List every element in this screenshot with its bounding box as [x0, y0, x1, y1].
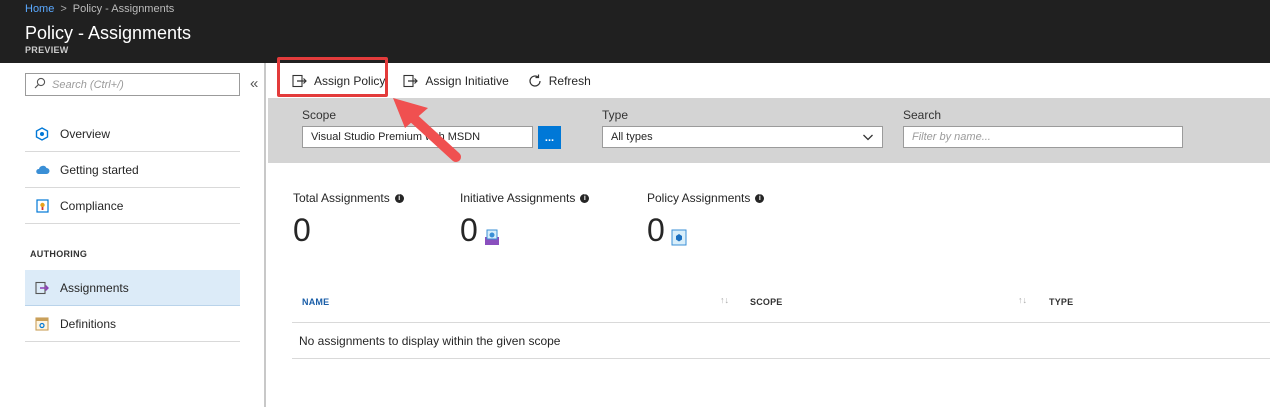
- sidebar-item-getting-started[interactable]: Getting started: [25, 152, 240, 188]
- type-dropdown-value: All types: [611, 131, 653, 143]
- type-label: Type: [602, 108, 629, 122]
- stat-label-text: Policy Assignments: [647, 191, 751, 205]
- stat-label-text: Total Assignments: [293, 191, 390, 205]
- policy-assignments-label: Policy Assignments i: [647, 191, 765, 205]
- search-icon: [34, 76, 46, 94]
- scope-label: Scope: [302, 108, 337, 122]
- assign-icon: [403, 74, 419, 88]
- filter-panel: Scope Visual Studio Premium with MSDN ..…: [268, 98, 1270, 163]
- cloud-icon: [34, 162, 50, 178]
- breadcrumb-home-link[interactable]: Home: [25, 3, 54, 15]
- info-icon[interactable]: i: [580, 193, 590, 203]
- sidebar-item-definitions[interactable]: Definitions: [25, 306, 240, 342]
- table-header-divider: [292, 322, 1270, 323]
- assign-policy-button[interactable]: Assign Policy: [286, 68, 391, 94]
- sort-icon[interactable]: ↑↓: [1018, 295, 1027, 305]
- breadcrumb: Home > Policy - Assignments: [25, 3, 174, 15]
- initiative-assignments-label: Initiative Assignments i: [460, 191, 590, 205]
- breadcrumb-separator: >: [60, 3, 67, 15]
- assign-initiative-label: Assign Initiative: [425, 73, 509, 88]
- sidebar-item-compliance[interactable]: Compliance: [25, 188, 240, 224]
- sidebar-item-label: Definitions: [60, 316, 117, 331]
- assign-initiative-button[interactable]: Assign Initiative: [397, 68, 514, 94]
- breadcrumb-current: Policy - Assignments: [72, 3, 175, 15]
- column-header-scope[interactable]: SCOPE: [750, 297, 783, 307]
- info-icon[interactable]: i: [755, 193, 765, 203]
- scope-picker-button[interactable]: ...: [538, 126, 561, 149]
- policy-icon: [670, 228, 688, 251]
- table-row-divider: [292, 358, 1270, 359]
- search-label: Search: [903, 108, 942, 122]
- policy-assignments-value: 0: [647, 212, 665, 248]
- page-subtitle: PREVIEW: [25, 45, 69, 55]
- initiative-icon: [483, 228, 501, 251]
- sidebar-search-placeholder: Search (Ctrl+/): [52, 78, 124, 91]
- info-icon[interactable]: i: [394, 193, 404, 203]
- total-assignments-value: 0: [293, 212, 311, 248]
- sidebar-item-overview[interactable]: Overview: [25, 116, 240, 152]
- compliance-icon: [34, 198, 50, 214]
- refresh-label: Refresh: [548, 73, 591, 88]
- command-toolbar: Assign Policy Assign Initiative Refresh: [268, 63, 1270, 98]
- column-header-name[interactable]: NAME: [302, 297, 329, 307]
- type-dropdown[interactable]: All types: [602, 126, 883, 148]
- authoring-section-label: AUTHORING: [30, 249, 88, 259]
- column-header-type[interactable]: TYPE: [1049, 297, 1073, 307]
- initiative-assignments-value: 0: [460, 212, 478, 248]
- sidebar-item-label: Getting started: [60, 162, 139, 177]
- sidebar-item-assignments[interactable]: Assignments: [25, 270, 240, 306]
- sidebar: Search (Ctrl+/) « Overview Getting start…: [0, 63, 266, 407]
- empty-table-message: No assignments to display within the giv…: [299, 334, 561, 348]
- sidebar-item-label: Compliance: [60, 198, 124, 213]
- scope-field[interactable]: Visual Studio Premium with MSDN: [302, 126, 533, 148]
- refresh-button[interactable]: Refresh: [521, 68, 597, 94]
- assignment-icon: [34, 280, 50, 296]
- page-title: Policy - Assignments: [25, 23, 192, 43]
- top-bar: Home > Policy - Assignments Policy - Ass…: [0, 0, 1270, 63]
- sidebar-item-label: Assignments: [60, 280, 129, 295]
- collapse-sidebar-button[interactable]: «: [250, 75, 258, 92]
- sort-icon[interactable]: ↑↓: [720, 295, 729, 305]
- chevron-down-icon: [862, 131, 874, 146]
- assign-icon: [292, 74, 308, 88]
- definitions-icon: [34, 316, 50, 332]
- refresh-icon: [527, 73, 543, 89]
- sidebar-item-label: Overview: [60, 126, 111, 141]
- sidebar-search-input[interactable]: Search (Ctrl+/): [25, 73, 240, 96]
- assign-policy-label: Assign Policy: [314, 73, 386, 88]
- total-assignments-label: Total Assignments i: [293, 191, 404, 205]
- filter-search-input[interactable]: Filter by name...: [903, 126, 1183, 148]
- stat-label-text: Initiative Assignments: [460, 191, 576, 205]
- overview-icon: [34, 126, 50, 142]
